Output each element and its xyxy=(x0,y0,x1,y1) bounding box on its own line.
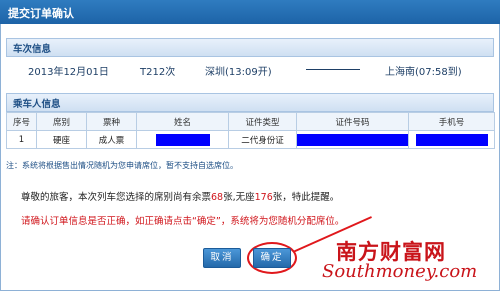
message-text-3: 张，特此提醒。 xyxy=(272,192,340,203)
name-redaction xyxy=(155,133,210,146)
cell-no: 1 xyxy=(6,130,37,149)
seat-note: 注：系统将根据售出情况随机为您申请席位，暂不支持自选席位。 xyxy=(6,161,238,170)
col-header-no: 序号 xyxy=(6,112,37,131)
col-header-seat: 席别 xyxy=(36,112,87,131)
dialog-title: 提交订单确认 xyxy=(8,7,74,20)
departure-station: 深圳(13:09开) xyxy=(205,67,272,78)
travel-date: 2013年12月01日 xyxy=(28,67,109,78)
watermark-en: Southmoney.com xyxy=(322,261,478,282)
ok-button[interactable]: 确定 xyxy=(253,248,291,268)
passenger-table: 序号 席别 票种 姓名 证件类型 证件号码 手机号 1 硬座 成人票 二代身份证 xyxy=(6,112,495,149)
cell-ticket: 成人票 xyxy=(86,130,137,149)
id-number-redaction xyxy=(297,133,408,146)
col-header-id-number: 证件号码 xyxy=(296,112,409,131)
passenger-info-header: 乘车人信息 xyxy=(6,93,494,112)
col-header-phone: 手机号 xyxy=(408,112,495,131)
col-header-ticket: 票种 xyxy=(86,112,137,131)
cell-name xyxy=(136,130,229,149)
table-row: 1 硬座 成人票 二代身份证 xyxy=(6,130,495,149)
table-header-row: 序号 席别 票种 姓名 证件类型 证件号码 手机号 xyxy=(6,112,495,131)
cell-id-number xyxy=(296,130,409,149)
train-info-header: 车次信息 xyxy=(6,38,494,57)
cell-id-type: 二代身份证 xyxy=(228,130,297,149)
col-header-id-type: 证件类型 xyxy=(228,112,297,131)
cancel-button[interactable]: 取消 xyxy=(203,248,241,268)
route-arrow-line xyxy=(306,69,360,70)
col-header-name: 姓名 xyxy=(136,112,229,131)
watermark-logo: 南方财富网 Southmoney.com xyxy=(322,236,494,282)
confirm-warning: 请确认订单信息是否正确，如正确请点击“确定”，系统将为您随机分配席位。 xyxy=(21,216,345,227)
dialog-titlebar: 提交订单确认 xyxy=(0,0,500,24)
seat-remaining-count: 68 xyxy=(211,192,224,203)
passenger-info-header-label: 乘车人信息 xyxy=(13,99,61,110)
message-text-2: 张,无座 xyxy=(223,192,255,203)
cell-seat: 硬座 xyxy=(36,130,87,149)
remaining-tickets-message: 尊敬的旅客，本次列车您选择的席别尚有余票68张,无座176张，特此提醒。 xyxy=(21,189,339,203)
no-seat-remaining-count: 176 xyxy=(254,192,273,203)
phone-redaction xyxy=(415,133,488,146)
cell-phone xyxy=(408,130,495,149)
train-info-header-label: 车次信息 xyxy=(13,44,52,55)
arrival-station: 上海南(07:58到) xyxy=(385,67,462,78)
train-number: T212次 xyxy=(140,67,176,78)
message-text-1: 尊敬的旅客，本次列车您选择的席别尚有余票 xyxy=(21,192,212,203)
train-info-row: 2013年12月01日 T212次 深圳(13:09开) 上海南(07:58到) xyxy=(6,57,492,81)
